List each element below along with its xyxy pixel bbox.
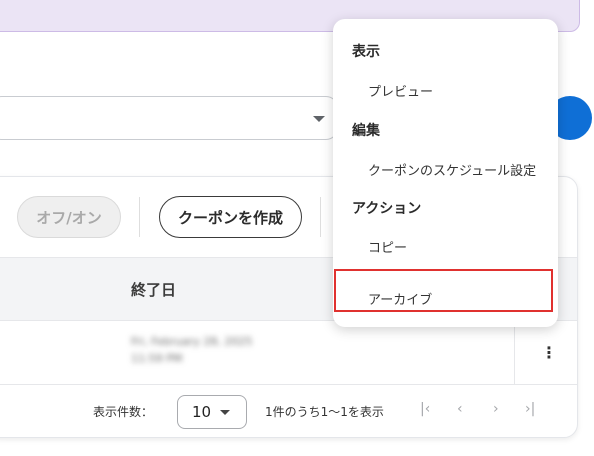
toolbar-divider <box>320 197 321 237</box>
per-page-label: 表示件数： <box>93 405 154 419</box>
menu-item-archive[interactable]: アーカイブ <box>368 289 432 308</box>
menu-heading-view: 表示 <box>352 44 380 60</box>
per-page-value: 10 <box>192 403 212 421</box>
prev-page-icon[interactable]: ‹ <box>457 401 463 417</box>
archive-highlight-box <box>334 269 553 312</box>
menu-heading-edit: 編集 <box>352 123 380 139</box>
last-page-icon[interactable]: ›| <box>525 401 535 417</box>
menu-item-schedule[interactable]: クーポンのスケジュール設定 <box>368 160 536 179</box>
table-row: Fri, February 28, 2025 11:59 PM ⋮ <box>0 321 577 385</box>
row-actions-menu: 表示 プレビュー 編集 クーポンのスケジュール設定 アクション コピー アーカイ… <box>333 19 558 327</box>
chevron-down-icon <box>220 410 230 415</box>
menu-item-copy[interactable]: コピー <box>368 237 407 256</box>
menu-heading-action: アクション <box>352 201 422 217</box>
end-date-cell: Fri, February 28, 2025 11:59 PM <box>131 335 253 365</box>
row-action-cell: ⋮ <box>514 321 577 384</box>
per-page-select[interactable]: 10 <box>177 395 247 429</box>
first-page-icon[interactable]: |‹ <box>420 401 430 417</box>
chevron-down-icon <box>313 116 325 122</box>
menu-item-preview[interactable]: プレビュー <box>368 81 433 100</box>
filter-select[interactable] <box>0 96 338 140</box>
pagination-bar: 表示件数： 10 1件のうち1〜1を表示 |‹ ‹ › ›| <box>0 385 577 437</box>
column-header-end-date[interactable]: 終了日 <box>131 279 176 300</box>
pagination-range-text: 1件のうち1〜1を表示 <box>265 405 384 419</box>
create-coupon-button[interactable]: クーポンを作成 <box>159 196 302 238</box>
more-vertical-icon[interactable]: ⋮ <box>541 345 557 361</box>
next-page-icon[interactable]: › <box>493 401 499 417</box>
toolbar-divider <box>139 197 140 237</box>
toggle-off-on-button[interactable]: オフ/オン <box>17 196 121 238</box>
